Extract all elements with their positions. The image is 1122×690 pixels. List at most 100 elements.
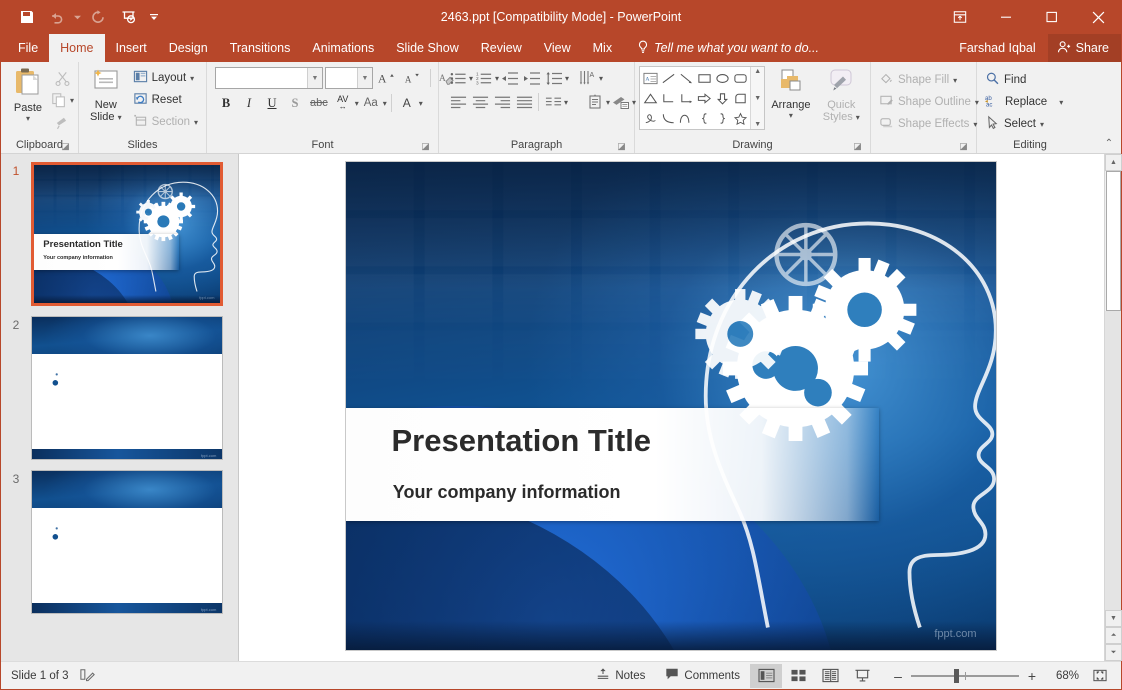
columns-button[interactable]	[542, 91, 564, 113]
scrollbar-track[interactable]	[1105, 311, 1121, 661]
copy-dropdown-icon[interactable]: ▾	[70, 96, 74, 105]
undo-dropdown-icon[interactable]	[73, 4, 82, 30]
decrease-indent-button[interactable]	[499, 67, 521, 89]
tab-insert[interactable]: Insert	[105, 34, 158, 62]
text-box-shape[interactable]: A	[641, 68, 659, 88]
reset-button[interactable]: Reset	[129, 89, 202, 111]
slide-subtitle[interactable]: Your company information	[393, 482, 621, 503]
share-button[interactable]: Share	[1048, 34, 1121, 62]
line-spacing-dropdown-icon[interactable]: ▾	[565, 74, 569, 83]
thumbnail-slide-1[interactable]: 1	[1, 162, 238, 316]
shapes-scroll-up-icon[interactable]: ▲	[754, 68, 761, 75]
shape-fill-button[interactable]: Shape Fill ▾	[875, 69, 961, 91]
fit-slide-to-window-button[interactable]	[1087, 664, 1113, 688]
slide-indicator[interactable]: Slide 1 of 3	[11, 670, 69, 682]
zoom-slider-handle[interactable]	[954, 669, 959, 683]
section-button[interactable]: Section ▾	[129, 111, 202, 133]
paragraph-dialog-launcher[interactable]: ◪	[616, 141, 627, 152]
paste-button[interactable]: Paste ▾	[5, 65, 51, 125]
arrange-dropdown-icon[interactable]: ▾	[789, 111, 793, 120]
flowchart-shape[interactable]	[731, 88, 749, 108]
center-button[interactable]	[469, 91, 491, 113]
font-color-button[interactable]: A	[396, 92, 418, 114]
shape-fill-dropdown-icon[interactable]: ▾	[953, 76, 957, 85]
zoom-in-button[interactable]: +	[1026, 668, 1038, 684]
change-case-button[interactable]: Aa	[360, 92, 382, 114]
zoom-level-label[interactable]: 68%	[1045, 670, 1079, 682]
shape-outline-button[interactable]: Shape Outline ▾	[875, 91, 983, 113]
layout-dropdown-icon[interactable]: ▾	[190, 74, 194, 83]
current-slide[interactable]: Presentation Title Your company informat…	[346, 162, 996, 650]
new-slide-dropdown-icon[interactable]: ▾	[118, 113, 122, 122]
start-from-beginning-icon[interactable]	[114, 4, 142, 30]
italic-button[interactable]: I	[238, 92, 260, 114]
replace-dropdown-icon[interactable]: ▾	[1059, 98, 1063, 107]
normal-view-button[interactable]	[750, 664, 782, 688]
text-direction-button[interactable]: A	[577, 67, 599, 89]
left-brace-shape[interactable]	[695, 108, 713, 128]
tell-me-box[interactable]: Tell me what you want to do...	[623, 34, 829, 62]
align-text-button[interactable]	[584, 91, 606, 113]
paste-dropdown-icon[interactable]: ▾	[26, 114, 30, 123]
curve-shape[interactable]	[659, 108, 677, 128]
collapse-ribbon-button[interactable]: ⌃	[1101, 135, 1117, 151]
slide-sorter-view-button[interactable]	[782, 664, 814, 688]
shapes-scroll-down-icon[interactable]: ▼	[754, 95, 761, 102]
font-color-dropdown-icon[interactable]: ▾	[419, 99, 423, 108]
format-painter-button[interactable]	[51, 111, 73, 133]
character-spacing-dropdown-icon[interactable]: ▾	[355, 99, 359, 108]
thumbnail-frame-1[interactable]: Presentation Title Your company informat…	[31, 162, 223, 306]
maximize-button[interactable]	[1029, 0, 1075, 34]
close-button[interactable]	[1075, 0, 1121, 34]
shape-properties-dialog-launcher[interactable]: ◪	[958, 141, 969, 152]
rounded-rectangle-shape[interactable]	[731, 68, 749, 88]
font-dialog-launcher[interactable]: ◪	[420, 141, 431, 152]
numbering-button[interactable]: 123	[473, 67, 495, 89]
star-shape[interactable]	[731, 108, 749, 128]
columns-dropdown-icon[interactable]: ▾	[564, 98, 568, 107]
select-dropdown-icon[interactable]: ▾	[1040, 120, 1044, 129]
reading-view-button[interactable]	[814, 664, 846, 688]
thumbnail-frame-2[interactable]: fppt.com	[31, 316, 223, 460]
cut-button[interactable]	[51, 67, 73, 89]
select-button[interactable]: Select ▾	[981, 113, 1048, 135]
align-left-button[interactable]	[447, 91, 469, 113]
character-spacing-button[interactable]: AV ↔	[332, 92, 354, 114]
ribbon-display-options-icon[interactable]	[937, 0, 983, 34]
font-name-dropdown-icon[interactable]: ▼	[307, 68, 322, 88]
font-name-input[interactable]: ▼	[215, 67, 323, 89]
shapes-gallery[interactable]: A	[639, 66, 765, 130]
thumbnail-frame-3[interactable]: fppt.com	[31, 470, 223, 614]
tab-animations[interactable]: Animations	[301, 34, 385, 62]
quick-styles-dropdown-icon[interactable]: ▾	[856, 113, 860, 122]
zoom-control[interactable]: – + 68%	[878, 668, 1087, 684]
triangle-shape[interactable]	[641, 88, 659, 108]
tab-mix[interactable]: Mix	[582, 34, 623, 62]
slide-vertical-scrollbar[interactable]: ▲ ▼ ⏶ ⏷	[1104, 154, 1121, 661]
font-size-dropdown-icon[interactable]: ▼	[357, 68, 372, 88]
right-arrow-shape[interactable]	[695, 88, 713, 108]
new-slide-button[interactable]: NewSlide ▾	[83, 65, 129, 126]
copy-button[interactable]: ▾	[51, 89, 74, 111]
bold-button[interactable]: B	[215, 92, 237, 114]
slide-title[interactable]: Presentation Title	[392, 423, 652, 459]
user-name-label[interactable]: Farshad Iqbal	[947, 41, 1047, 55]
tab-home[interactable]: Home	[49, 34, 104, 62]
change-case-dropdown-icon[interactable]: ▾	[383, 99, 387, 108]
text-shadow-button[interactable]: S	[284, 92, 306, 114]
zoom-out-button[interactable]: –	[892, 668, 904, 684]
tab-file[interactable]: File	[7, 34, 49, 62]
comments-button[interactable]: Comments	[655, 663, 750, 689]
line-spacing-button[interactable]	[543, 67, 565, 89]
replace-button[interactable]: abac Replace ▾	[981, 91, 1067, 113]
quick-styles-button[interactable]: QuickStyles ▾	[817, 65, 866, 126]
slide-thumbnail-pane[interactable]: 1	[1, 154, 239, 661]
scroll-down-button[interactable]: ▼	[1105, 610, 1122, 627]
save-icon[interactable]	[13, 4, 41, 30]
font-size-input[interactable]: ▼	[325, 67, 373, 89]
underline-button[interactable]: U	[261, 92, 283, 114]
thumbnail-slide-2[interactable]: 2	[1, 316, 238, 470]
shape-effects-button[interactable]: Shape Effects ▾	[875, 113, 981, 135]
down-arrow-shape[interactable]	[713, 88, 731, 108]
tab-review[interactable]: Review	[470, 34, 533, 62]
